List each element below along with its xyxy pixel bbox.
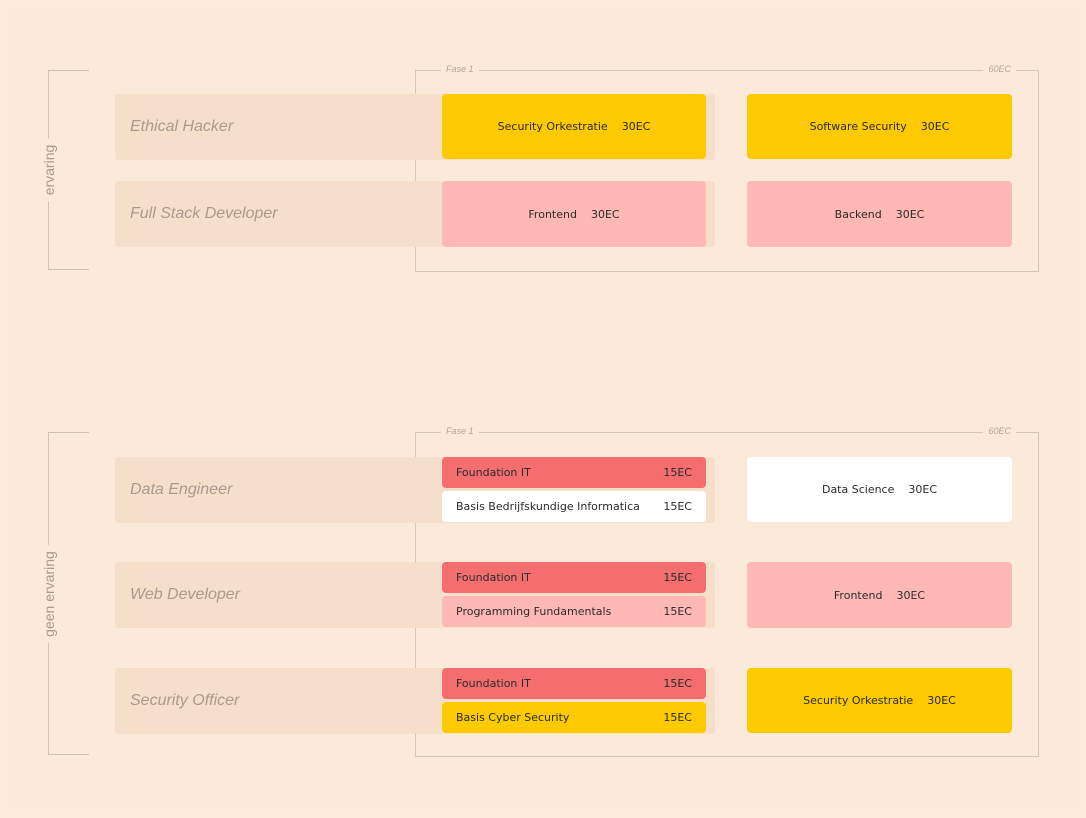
course-ec: 30EC <box>920 120 950 133</box>
course-block[interactable]: Software Security 30EC <box>747 94 1012 159</box>
course-name: Frontend <box>833 588 883 602</box>
course-name: Security Orkestratie <box>497 120 608 133</box>
course-ec: 15EC <box>663 500 692 513</box>
total-ec-label-top: 60EC <box>983 64 1016 74</box>
course-block[interactable]: Frontend 30EC <box>747 562 1012 628</box>
course-ec: 30EC <box>896 588 926 602</box>
course-name: Data Science <box>821 483 895 496</box>
group-bracket-geen-ervaring: geen ervaring <box>41 432 89 755</box>
course-ec: 15EC <box>663 466 692 479</box>
course-ec: 30EC <box>908 483 938 496</box>
course-name: Programming Fundamentals <box>456 605 612 618</box>
course-half-block[interactable]: Foundation IT 15EC <box>442 457 706 488</box>
course-half-block[interactable]: Foundation IT 15EC <box>442 668 706 699</box>
course-name: Foundation IT <box>456 571 531 584</box>
course-name: Basis Cyber Security <box>456 711 570 724</box>
role-label: Full Stack Developer <box>130 205 278 222</box>
course-ec: 30EC <box>895 207 925 221</box>
course-name: Basis Bedrijfskundige Informatica <box>456 500 640 513</box>
group-label-ervaring: ervaring <box>41 138 57 202</box>
course-ec: 15EC <box>663 711 692 724</box>
group-label-geen-ervaring: geen ervaring <box>41 544 57 643</box>
course-half-block[interactable]: Basis Cyber Security 15EC <box>442 702 706 733</box>
course-block[interactable]: Security Orkestratie 30EC <box>747 668 1012 733</box>
course-name: Software Security <box>809 120 907 133</box>
course-ec: 30EC <box>621 120 651 133</box>
group-bracket-ervaring: ervaring <box>41 70 89 270</box>
course-name: Foundation IT <box>456 677 531 690</box>
course-ec: 30EC <box>590 207 620 221</box>
phase-label-bottom: Fase 1 <box>441 426 479 436</box>
course-ec: 15EC <box>663 677 692 690</box>
course-ec: 15EC <box>663 605 692 618</box>
role-label: Web Developer <box>130 586 240 603</box>
course-half-block[interactable]: Programming Fundamentals 15EC <box>442 596 706 627</box>
course-name: Backend <box>834 207 882 221</box>
course-name: Foundation IT <box>456 466 531 479</box>
course-ec: 30EC <box>927 694 956 707</box>
role-label: Data Engineer <box>130 481 233 498</box>
course-half-block[interactable]: Basis Bedrijfskundige Informatica 15EC <box>442 491 706 522</box>
course-name: Security Orkestratie <box>803 694 914 707</box>
phase-label-top: Fase 1 <box>441 64 479 74</box>
course-block[interactable]: Data Science 30EC <box>747 457 1012 522</box>
course-block[interactable]: Security Orkestratie 30EC <box>442 94 706 159</box>
course-name: Frontend <box>528 207 577 221</box>
total-ec-label-bottom: 60EC <box>983 426 1016 436</box>
role-label: Ethical Hacker <box>130 118 234 135</box>
course-half-block[interactable]: Foundation IT 15EC <box>442 562 706 593</box>
course-ec: 15EC <box>663 571 692 584</box>
course-block[interactable]: Frontend 30EC <box>442 181 706 247</box>
role-label: Security Officer <box>130 692 240 709</box>
course-block[interactable]: Backend 30EC <box>747 181 1012 247</box>
